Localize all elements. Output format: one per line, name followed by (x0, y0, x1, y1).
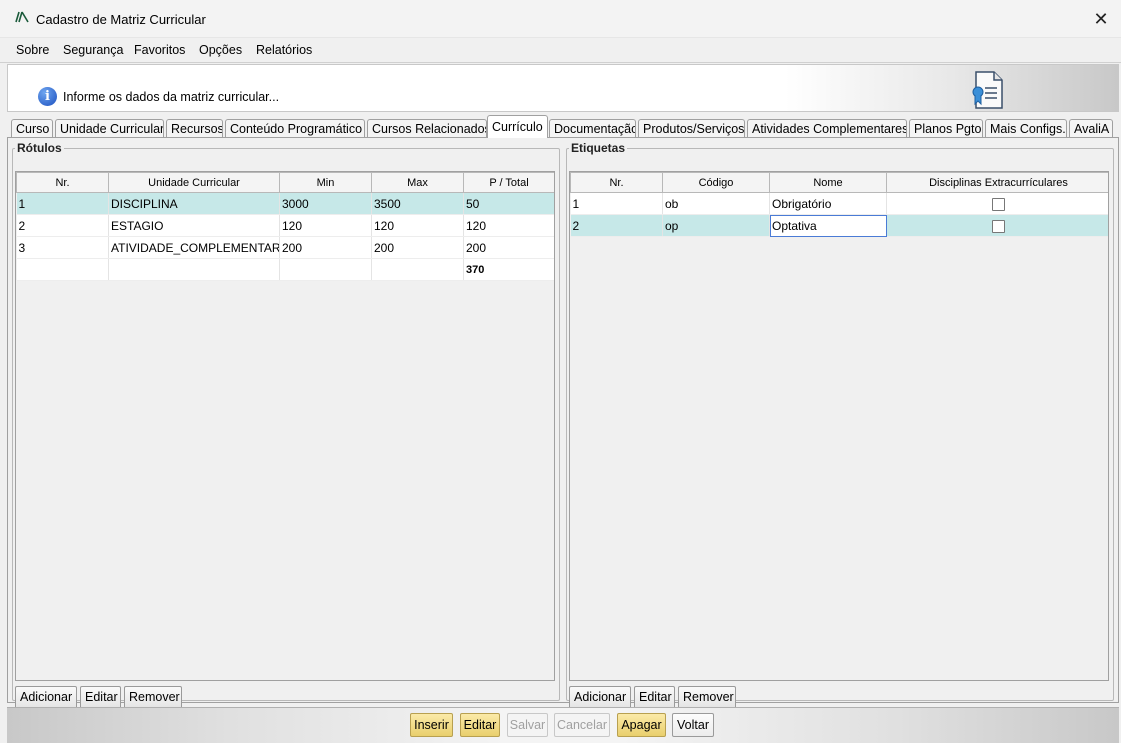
tab-unidade-curricular[interactable]: Unidade Curricular (55, 119, 164, 138)
window-title-bar: Cadastro de Matriz Curricular ✕ (0, 0, 1121, 38)
tab-curriculo[interactable]: Currículo (487, 115, 548, 138)
etiquetas-group: Etiquetas Nr. Código Nome Disciplinas Ex… (566, 141, 1114, 709)
total-row: 370 (16, 258, 554, 281)
tab-produtos-servicos[interactable]: Produtos/Serviços (638, 119, 745, 138)
save-button[interactable]: Salvar (507, 713, 548, 737)
etiquetas-table: Nr. Código Nome Disciplinas Extracurrícu… (569, 171, 1109, 681)
app-logo-icon (15, 11, 29, 23)
close-icon[interactable]: ✕ (1089, 7, 1113, 31)
rotulos-group: Rótulos Nr. Unidade Curricular Min Max P… (12, 141, 560, 709)
rotulos-table: Nr. Unidade Curricular Min Max P / Total… (15, 171, 555, 681)
info-icon: i (38, 87, 57, 106)
cell-min[interactable]: 120 (279, 214, 372, 237)
cell-unidade[interactable]: DISCIPLINA (108, 192, 280, 215)
cell-codigo[interactable]: ob (662, 192, 770, 215)
edit-button[interactable]: Editar (460, 713, 500, 737)
tab-atividades-complementares[interactable]: Atividades Complementares (747, 119, 907, 138)
table-row[interactable]: 3 ATIVIDADE_COMPLEMENTAR 200 200 200 (16, 236, 554, 259)
cell-nr[interactable]: 1 (570, 192, 663, 215)
table-row[interactable]: 2 op Optativa (570, 214, 1108, 237)
cell-nr[interactable]: 2 (570, 214, 663, 237)
rotulos-add-button[interactable]: Adicionar (15, 686, 77, 709)
cell-extra[interactable] (886, 214, 1108, 237)
rotulos-legend: Rótulos (17, 141, 62, 155)
menu-seguranca[interactable]: Segurança (63, 43, 123, 57)
col-header-codigo[interactable]: Código (662, 172, 770, 193)
cell-codigo[interactable]: op (662, 214, 770, 237)
cell-nr[interactable]: 3 (16, 236, 109, 259)
tab-cursos-relacionados[interactable]: Cursos Relacionados (367, 119, 487, 138)
cell-p-total[interactable]: 50 (463, 192, 554, 215)
certificate-document-icon (972, 71, 1003, 109)
menu-relatorios[interactable]: Relatórios (256, 43, 312, 57)
cell-nr[interactable]: 1 (16, 192, 109, 215)
cell-p-total[interactable]: 200 (463, 236, 554, 259)
col-header-disciplinas-extracurriculares[interactable]: Disciplinas Extracurrículares (886, 172, 1108, 193)
cell-min[interactable]: 3000 (279, 192, 372, 215)
insert-button[interactable]: Inserir (410, 713, 453, 737)
cell-p-total[interactable]: 120 (463, 214, 554, 237)
etiquetas-legend: Etiquetas (571, 141, 626, 155)
cell-max[interactable]: 120 (371, 214, 464, 237)
tab-recursos[interactable]: Recursos (166, 119, 223, 138)
cell-unidade[interactable]: ESTAGIO (108, 214, 280, 237)
menu-sobre[interactable]: Sobre (16, 43, 49, 57)
col-header-p-total[interactable]: P / Total (463, 172, 554, 193)
tab-strip: Curso Unidade Curricular Recursos Conteú… (7, 115, 1119, 138)
tab-planos-pgto[interactable]: Planos Pgto (909, 119, 983, 138)
menu-bar: Sobre Segurança Favoritos Opções Relatór… (0, 38, 1121, 63)
tab-avalia[interactable]: AvaliA (1069, 119, 1113, 138)
col-header-min[interactable]: Min (279, 172, 372, 193)
cancel-button[interactable]: Cancelar (554, 713, 610, 737)
back-button[interactable]: Voltar (672, 713, 714, 737)
tab-content-curriculo: Rótulos Nr. Unidade Curricular Min Max P… (7, 137, 1119, 709)
cell-nome[interactable]: Optativa (769, 214, 887, 237)
tab-documentacao[interactable]: Documentação (549, 119, 636, 138)
extra-checkbox[interactable] (992, 197, 1005, 211)
table-row[interactable]: 1 ob Obrigatório (570, 192, 1108, 215)
col-header-nr[interactable]: Nr. (16, 172, 109, 193)
tab-conteudo-programatico[interactable]: Conteúdo Programático (225, 119, 365, 138)
info-message: Informe os dados da matriz curricular... (63, 90, 280, 104)
tab-mais-configs[interactable]: Mais Configs. (985, 119, 1067, 138)
table-row[interactable]: 2 ESTAGIO 120 120 120 (16, 214, 554, 237)
delete-button[interactable]: Apagar (617, 713, 666, 737)
info-panel: i Informe os dados da matriz curricular.… (7, 64, 1119, 112)
col-header-nome[interactable]: Nome (769, 172, 887, 193)
etiquetas-add-button[interactable]: Adicionar (569, 686, 631, 709)
cell-nome[interactable]: Obrigatório (769, 192, 887, 215)
cell-max[interactable]: 200 (371, 236, 464, 259)
menu-favoritos[interactable]: Favoritos (134, 43, 185, 57)
table-row[interactable]: 1 DISCIPLINA 3000 3500 50 (16, 192, 554, 215)
cell-extra[interactable] (886, 192, 1108, 215)
col-header-nr[interactable]: Nr. (570, 172, 663, 193)
extra-checkbox[interactable] (992, 219, 1005, 233)
col-header-unidade-curricular[interactable]: Unidade Curricular (108, 172, 280, 193)
col-header-max[interactable]: Max (371, 172, 464, 193)
menu-opcoes[interactable]: Opções (199, 43, 242, 57)
cell-nr[interactable]: 2 (16, 214, 109, 237)
tab-curso[interactable]: Curso (11, 119, 53, 138)
cell-unidade[interactable]: ATIVIDADE_COMPLEMENTAR (108, 236, 280, 259)
cell-max[interactable]: 3500 (371, 192, 464, 215)
footer-toolbar: Inserir Editar Salvar Cancelar Apagar Vo… (7, 707, 1119, 743)
etiquetas-edit-button[interactable]: Editar (634, 686, 675, 709)
window-title: Cadastro de Matriz Curricular (36, 12, 206, 27)
rotulos-remove-button[interactable]: Remover (124, 686, 182, 709)
rotulos-edit-button[interactable]: Editar (80, 686, 121, 709)
cell-min[interactable]: 200 (279, 236, 372, 259)
total-value: 370 (463, 258, 554, 281)
etiquetas-remove-button[interactable]: Remover (678, 686, 736, 709)
